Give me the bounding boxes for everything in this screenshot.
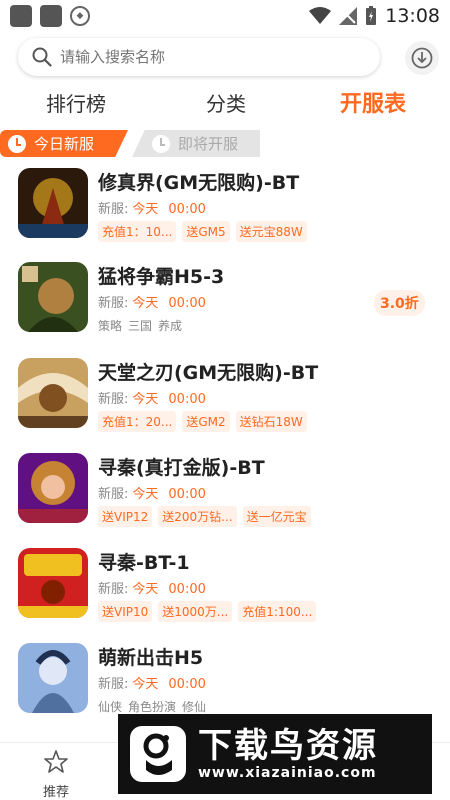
server-time: 新服: 今天 00:00 <box>98 582 206 597</box>
gift-tag: 送VIP10 <box>98 601 153 622</box>
genre-tag: 三国 <box>128 319 153 333</box>
gift-tag: 送1000万... <box>158 601 233 622</box>
notification-icon <box>40 5 62 27</box>
game-item[interactable]: 寻秦(真打金版)-BT 新服: 今天 00:00 送VIP12 送200万钻... … <box>0 445 450 539</box>
game-name: 寻秦-BT-1 <box>98 552 190 574</box>
battery-icon <box>366 6 377 25</box>
watermark: 下载鸟资源 www.xiazainiao.com <box>118 714 432 794</box>
wifi-icon <box>309 7 332 24</box>
gift-tags: 充值1：10... 送GM5 送元宝88W <box>98 221 307 242</box>
gift-tag: 送GM5 <box>182 221 230 242</box>
gift-tag: 充值1：20... <box>98 411 177 432</box>
game-name: 天堂之刃(GM无限购)-BT <box>98 362 319 384</box>
sub-tabs: 今日新服 即将开服 <box>0 130 450 158</box>
clock-icon <box>8 134 26 153</box>
genre-tags: 仙侠 角色扮演 修仙 <box>98 698 206 715</box>
top-tabs: 排行榜 分类 开服表 <box>0 88 450 128</box>
gift-tag: 送VIP12 <box>98 506 153 527</box>
search-bar[interactable] <box>18 38 380 76</box>
notification-icon <box>10 5 32 27</box>
game-name: 猛将争霸H5-3 <box>98 266 225 288</box>
clock-icon <box>152 134 170 153</box>
watermark-title: 下载鸟资源 <box>198 726 378 766</box>
download-icon <box>411 47 433 69</box>
gift-tags: 送VIP10 送1000万... 充值1:100... <box>98 601 317 622</box>
server-time: 新服: 今天 00:00 <box>98 487 206 502</box>
gift-tag: 送钻石18W <box>235 411 307 432</box>
gift-tag: 送元宝88W <box>235 221 307 242</box>
game-name: 修真界(GM无限购)-BT <box>98 172 300 194</box>
game-icon <box>18 643 88 713</box>
gift-tag: 充值1:100... <box>238 601 317 622</box>
tab-ranking[interactable]: 排行榜 <box>46 88 106 117</box>
game-name: 寻秦(真打金版)-BT <box>98 457 265 479</box>
genre-tag: 角色扮演 <box>128 700 177 714</box>
game-item[interactable]: 猛将争霸H5-3 新服: 今天 00:00 策略 三国 养成 3.0折 <box>0 254 450 348</box>
subtab-label: 即将开服 <box>178 135 239 153</box>
bird-logo-icon <box>130 726 186 782</box>
game-icon <box>18 453 88 523</box>
gift-tags: 送VIP12 送200万钻... 送一亿元宝 <box>98 506 311 527</box>
game-item[interactable]: 天堂之刃(GM无限购)-BT 新服: 今天 00:00 充值1：20... 送GM2… <box>0 350 450 444</box>
gift-tag: 送200万钻... <box>158 506 237 527</box>
watermark-url: www.xiazainiao.com <box>198 765 377 781</box>
discount-badge: 3.0折 <box>374 290 425 316</box>
gift-tag: 送GM2 <box>182 411 230 432</box>
game-item[interactable]: 修真界(GM无限购)-BT 新服: 今天 00:00 充值1：10... 送GM5 … <box>0 160 450 254</box>
search-icon <box>32 47 52 67</box>
genre-tag: 修仙 <box>182 700 207 714</box>
game-icon <box>18 168 88 238</box>
nav-home[interactable]: 推荐 <box>26 749 86 800</box>
status-bar: ◆ 13:08 <box>0 0 450 32</box>
game-icon <box>18 548 88 618</box>
game-icon <box>18 358 88 428</box>
game-name: 萌新出击H5 <box>98 647 204 669</box>
genre-tag: 策略 <box>98 319 123 333</box>
subtab-today-new-server[interactable]: 今日新服 <box>0 130 128 157</box>
game-item[interactable]: 寻秦-BT-1 新服: 今天 00:00 送VIP10 送1000万... 充值1:… <box>0 540 450 634</box>
subtab-upcoming-server[interactable]: 即将开服 <box>132 130 260 157</box>
gift-tag: 送一亿元宝 <box>242 506 311 527</box>
genre-tags: 策略 三国 养成 <box>98 317 182 334</box>
star-icon <box>44 750 68 773</box>
tab-server-list[interactable]: 开服表 <box>340 86 406 118</box>
search-row <box>0 36 450 80</box>
server-time: 新服: 今天 00:00 <box>98 202 206 217</box>
gift-tag: 充值1：10... <box>98 221 177 242</box>
server-time: 新服: 今天 00:00 <box>98 296 206 311</box>
genre-tag: 仙侠 <box>98 700 123 714</box>
server-time: 新服: 今天 00:00 <box>98 392 206 407</box>
server-time: 新服: 今天 00:00 <box>98 677 206 692</box>
genre-tag: 养成 <box>158 319 183 333</box>
shield-icon: ◆ <box>70 6 90 26</box>
signal-icon <box>339 7 358 25</box>
search-input[interactable] <box>60 48 350 66</box>
clock-time: 13:08 <box>385 5 440 27</box>
game-icon <box>18 262 88 332</box>
nav-home-label: 推荐 <box>42 785 69 800</box>
gift-tags: 充值1：20... 送GM2 送钻石18W <box>98 411 307 432</box>
subtab-label: 今日新服 <box>34 135 95 153</box>
tab-category[interactable]: 分类 <box>206 88 246 117</box>
download-button[interactable] <box>405 41 439 75</box>
